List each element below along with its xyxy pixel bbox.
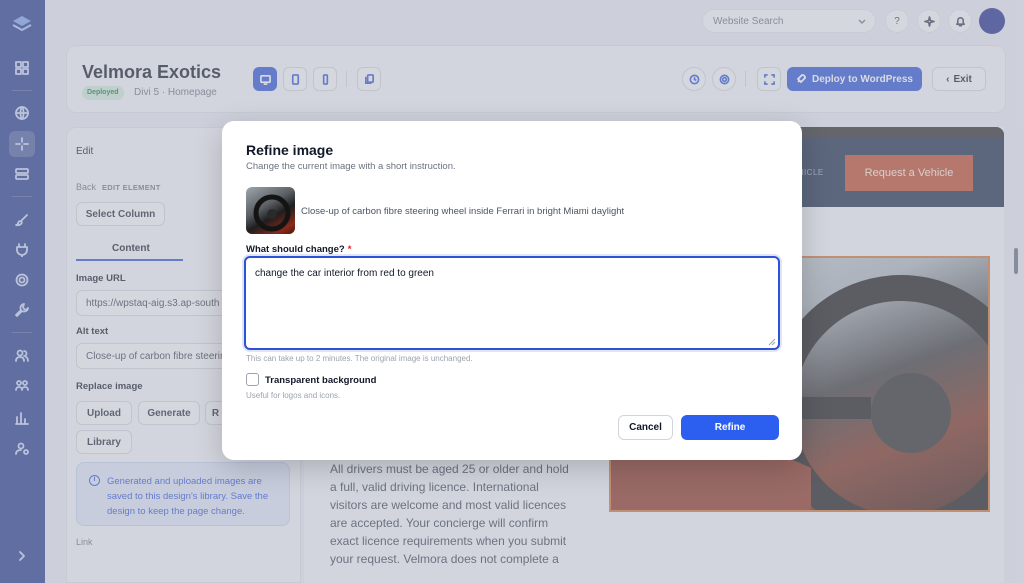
refine-button[interactable]: Refine	[681, 415, 779, 440]
refine-image-dialog: Refine image Change the current image wi…	[222, 121, 802, 460]
image-caption: Close-up of carbon fibre steering wheel …	[301, 206, 625, 217]
transparent-background-checkbox[interactable]	[246, 373, 259, 386]
instruction-label: What should change? *	[246, 244, 351, 255]
dialog-title: Refine image	[246, 142, 334, 158]
dialog-subtitle: Change the current image with a short in…	[246, 161, 456, 172]
transparent-help-text: Useful for logos and icons.	[246, 391, 341, 400]
duration-help-text: This can take up to 2 minutes. The origi…	[246, 354, 473, 363]
cancel-button[interactable]: Cancel	[618, 415, 673, 440]
instruction-label-text: What should change?	[246, 244, 345, 255]
resize-handle-icon[interactable]	[768, 338, 776, 346]
required-mark: *	[347, 244, 352, 255]
current-image-thumbnail	[246, 187, 295, 234]
transparent-background-label[interactable]: Transparent background	[265, 375, 376, 386]
instruction-textarea[interactable]: change the car interior from red to gree…	[244, 256, 780, 350]
thumbnail-illustration	[253, 194, 291, 232]
